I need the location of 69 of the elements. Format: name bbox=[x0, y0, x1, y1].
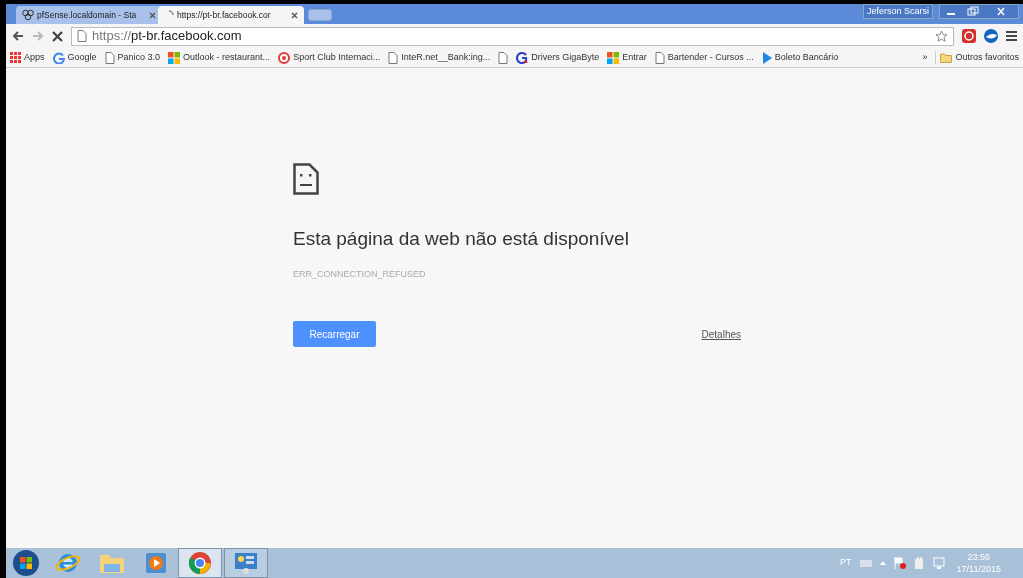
play-icon bbox=[761, 51, 772, 64]
folder-icon bbox=[940, 52, 953, 63]
error-heading: Esta página da web não está disponível bbox=[293, 227, 630, 251]
browser-tab[interactable]: https://pt-br.facebook.cor bbox=[158, 6, 304, 24]
clock-date: 17/11/2015 bbox=[956, 563, 1001, 575]
close-icon[interactable] bbox=[149, 11, 156, 19]
media-player-icon bbox=[145, 552, 167, 574]
star-icon[interactable] bbox=[935, 29, 948, 43]
page-icon bbox=[77, 30, 87, 42]
sad-page-icon bbox=[293, 163, 319, 195]
pfsense-logo-icon bbox=[22, 9, 34, 21]
bookmark-label: Outros favoritos bbox=[955, 50, 1019, 64]
address-bar[interactable]: https://pt-br.facebook.com bbox=[71, 26, 954, 46]
bookmark-label: Outlook - restaurant... bbox=[183, 50, 271, 64]
bookmark-label: Bartender - Cursos ... bbox=[667, 50, 754, 64]
page-icon bbox=[498, 51, 509, 64]
details-link[interactable]: Detalhes bbox=[701, 326, 741, 342]
error-code: ERR_CONNECTION_REFUSED bbox=[293, 267, 427, 281]
bookmark-folder[interactable]: Outros favoritos bbox=[935, 50, 1019, 65]
bookmark-item[interactable]: Panico 3.0 bbox=[104, 50, 161, 65]
caret-up-icon[interactable] bbox=[879, 561, 886, 565]
club-crest-icon bbox=[278, 51, 291, 64]
back-arrow-icon[interactable] bbox=[12, 30, 24, 42]
bookmark-item[interactable]: Boleto Bancário bbox=[761, 50, 839, 65]
bookmark-label: Sport Club Internaci... bbox=[293, 50, 381, 64]
bookmark-label: Google bbox=[67, 50, 97, 64]
page-icon bbox=[388, 51, 399, 64]
extension-icon[interactable] bbox=[984, 29, 998, 43]
network-icon[interactable] bbox=[932, 557, 945, 569]
taskbar-button[interactable] bbox=[178, 548, 222, 578]
g-logo-icon bbox=[516, 51, 529, 64]
bookmark-item[interactable]: Entrar bbox=[607, 50, 647, 65]
bookmark-label: Entrar bbox=[622, 50, 647, 64]
profile-name[interactable]: Jeferson Scarsi bbox=[862, 4, 933, 19]
forward-arrow-icon[interactable] bbox=[32, 30, 44, 42]
extension-icon[interactable] bbox=[962, 29, 976, 43]
bookmark-item[interactable]: Bartender - Cursos ... bbox=[654, 50, 754, 65]
bookmark-item[interactable]: Outlook - restaurant... bbox=[168, 50, 271, 65]
apps-grid-icon bbox=[10, 52, 21, 63]
bookmark-item[interactable]: InteR.net__Bank:ing... bbox=[388, 50, 491, 65]
bookmark-item[interactable]: Apps bbox=[10, 50, 45, 65]
start-orb-icon[interactable] bbox=[12, 549, 40, 577]
url-text: https://pt-br.facebook.com bbox=[92, 27, 242, 46]
bookmark-label: InteR.net__Bank:ing... bbox=[401, 50, 491, 64]
bookmark-item[interactable]: Sport Club Internaci... bbox=[278, 50, 381, 65]
bookmark-item[interactable]: Google bbox=[52, 50, 97, 65]
page-icon bbox=[104, 51, 115, 64]
windows-squares-icon bbox=[607, 51, 620, 64]
menu-icon[interactable] bbox=[1006, 31, 1017, 41]
bookmark-item[interactable]: Drivers GigaByte bbox=[516, 50, 600, 65]
stop-icon[interactable] bbox=[52, 30, 63, 42]
bookmark-label: Drivers GigaByte bbox=[531, 50, 600, 64]
tab-title: pfSense.localdomain - Sta bbox=[37, 8, 138, 22]
more-bookmarks-button[interactable]: » bbox=[922, 50, 928, 65]
bookmark-label: Apps bbox=[24, 50, 45, 64]
remote-desktop-icon bbox=[234, 551, 258, 575]
tab-title: https://pt-br.facebook.cor bbox=[177, 8, 272, 22]
taskbar-button[interactable] bbox=[224, 548, 268, 578]
flag-icon[interactable] bbox=[893, 557, 906, 569]
google-g-icon bbox=[52, 51, 65, 64]
browser-e-icon bbox=[55, 551, 81, 575]
windows-squares-icon bbox=[168, 51, 181, 64]
clock-time: 23:56 bbox=[967, 551, 991, 563]
page-icon bbox=[654, 51, 665, 64]
close-icon[interactable] bbox=[291, 11, 298, 19]
bookmark-label: Panico 3.0 bbox=[117, 50, 161, 64]
folder-icon bbox=[99, 552, 125, 574]
bookmark-label: Boleto Bancário bbox=[774, 50, 839, 64]
chrome-icon bbox=[188, 551, 212, 575]
